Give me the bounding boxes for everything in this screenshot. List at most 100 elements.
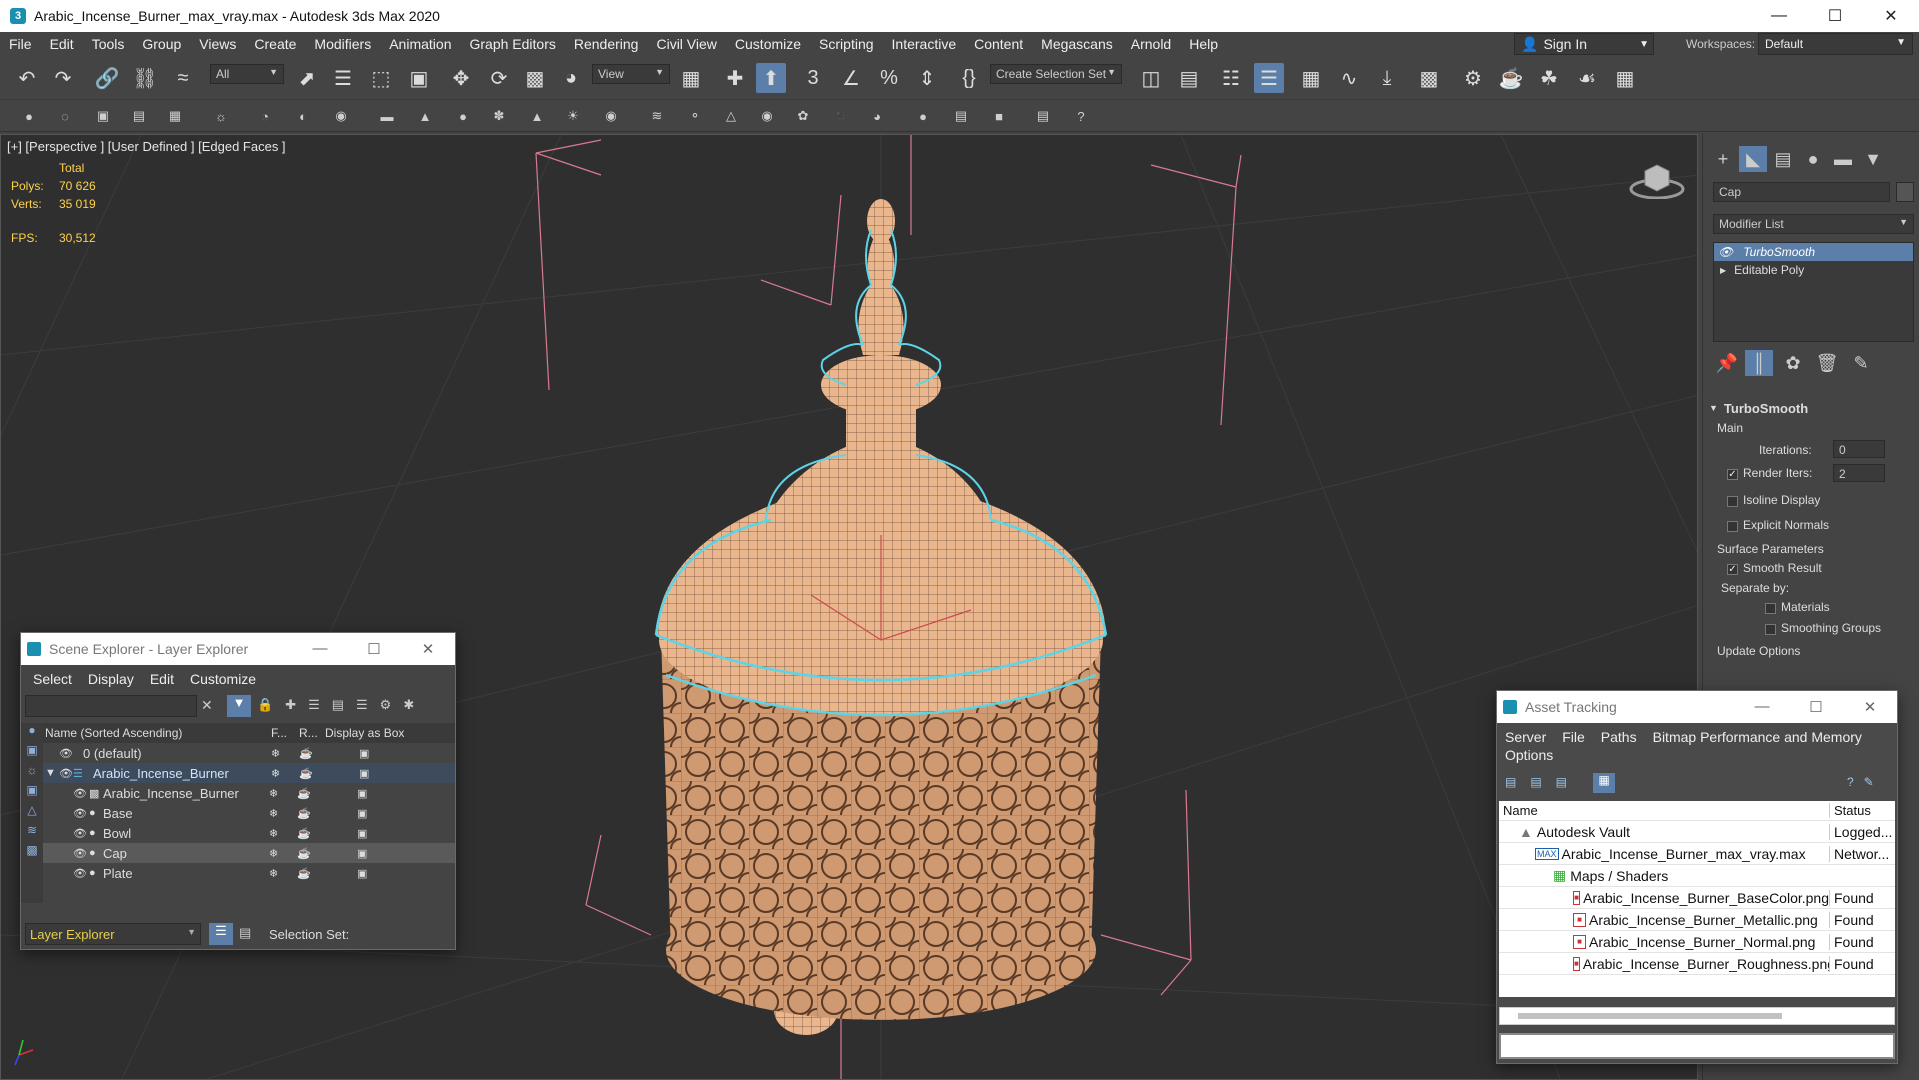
list-item[interactable]: 👁 ● Cap ❄ ☕ ▣ <box>43 843 455 863</box>
scene-explorer-search-input[interactable] <box>25 695 197 717</box>
render-teapot-icon[interactable]: ☕ <box>297 847 357 860</box>
freeze-icon[interactable]: ❄ <box>271 747 299 760</box>
asset-toolbar-icons[interactable]: ▤▤▤ <box>1505 775 1581 789</box>
vray-mesh-icon[interactable]: ◉ <box>330 105 352 127</box>
named-selection-set-dropdown[interactable]: Create Selection Set ▼ <box>990 64 1122 84</box>
menu-arnold[interactable]: Arnold <box>1122 32 1180 56</box>
select-object-icon[interactable]: ⬈ <box>292 63 322 93</box>
menu-select[interactable]: Select <box>25 671 80 687</box>
scale-icon[interactable]: ▩ <box>520 63 550 93</box>
freeze-icon[interactable]: ❄ <box>269 807 297 820</box>
pivot-center-icon[interactable]: ▦ <box>676 63 706 93</box>
reference-coordinate-dropdown[interactable]: View ▼ <box>592 64 670 84</box>
select-by-name-icon[interactable]: ☰ <box>328 63 358 93</box>
vray-sphere-icon[interactable]: ◐ <box>292 105 314 127</box>
maximize-button[interactable]: ☐ <box>1789 698 1843 716</box>
render-teapot-icon[interactable]: ☕ <box>297 807 357 820</box>
bind-spacewarp-icon[interactable]: ≈ <box>168 63 198 93</box>
col-name[interactable]: Name (Sorted Ascending) <box>43 726 271 740</box>
list-item[interactable]: 👁 0 (default) ❄ ☕ ▣ <box>43 743 455 763</box>
col-display-as-box[interactable]: Display as Box <box>325 726 404 740</box>
vray-table-icon[interactable]: ▦ <box>164 105 186 127</box>
table-row[interactable]: ■ Arabic_Incense_Burner_Normal.png Found <box>1499 931 1895 953</box>
menu-modifiers[interactable]: Modifiers <box>305 32 380 56</box>
vray-cam-icon[interactable]: ▣ <box>92 105 114 127</box>
render-setup-icon[interactable]: ⚙ <box>1458 63 1488 93</box>
move-icon[interactable]: ✥ <box>446 63 476 93</box>
explorer-tools-icons[interactable]: 🔒✚☰▤☰⚙✱ <box>257 697 426 713</box>
hierarchy-tab-icon[interactable]: ▤ <box>1769 146 1797 172</box>
modify-tab-icon[interactable]: ◣ <box>1739 146 1767 172</box>
link-icon[interactable]: 🔗 <box>92 63 122 93</box>
menu-megascans[interactable]: Megascans <box>1032 32 1122 56</box>
align-icon[interactable]: ▤ <box>1174 63 1204 93</box>
table-row[interactable]: MAX Arabic_Incense_Burner_max_vray.max Ne… <box>1499 843 1895 865</box>
stack-item-editable-poly[interactable]: ▶ Editable Poly <box>1714 261 1913 279</box>
workspace-dropdown[interactable]: Default ▼ <box>1758 33 1913 55</box>
menu-scripting[interactable]: Scripting <box>810 32 882 56</box>
table-row[interactable]: ■ Arabic_Incense_Burner_Roughness.png Fou… <box>1499 953 1895 975</box>
menu-paths[interactable]: Paths <box>1593 729 1645 745</box>
filter-shapes-icon[interactable]: ▣ <box>21 743 43 763</box>
render-iters-checkbox[interactable]: ✓ <box>1727 469 1738 480</box>
close-button[interactable]: ✕ <box>1843 698 1897 716</box>
table-row[interactable]: ■ Arabic_Incense_Burner_Metallic.png Foun… <box>1499 909 1895 931</box>
viewcube[interactable] <box>1629 159 1685 200</box>
vray-clipper-icon[interactable]: △ <box>720 105 742 127</box>
motion-tab-icon[interactable]: ● <box>1799 146 1827 172</box>
vray-sun-icon[interactable]: ☀ <box>562 105 584 127</box>
menu-bitmap-performance[interactable]: Bitmap Performance and Memory <box>1645 729 1870 745</box>
help-icon[interactable]: ? <box>1070 105 1092 127</box>
menu-graph-editors[interactable]: Graph Editors <box>460 32 564 56</box>
viewport-label[interactable]: [+] [Perspective ] [User Defined ] [Edge… <box>7 139 286 154</box>
isoline-display-checkbox[interactable] <box>1727 496 1738 507</box>
vray-ball-icon[interactable]: ◉ <box>600 105 622 127</box>
close-button[interactable]: ✕ <box>1863 0 1919 32</box>
select-manipulate-icon[interactable]: ✚ <box>720 63 750 93</box>
minimize-button[interactable]: — <box>1751 0 1807 32</box>
menu-file[interactable]: File <box>1554 729 1593 745</box>
vray-dome-icon[interactable]: ◔ <box>254 105 276 127</box>
menu-rendering[interactable]: Rendering <box>565 32 648 56</box>
vray-frame-icon[interactable]: ▤ <box>128 105 150 127</box>
vray-fur-icon[interactable]: ≋ <box>646 105 668 127</box>
vray-decal-icon[interactable]: ◾ <box>830 105 852 127</box>
menu-civil-view[interactable]: Civil View <box>647 32 725 56</box>
asset-path-field[interactable] <box>1499 1033 1895 1059</box>
box-icon[interactable]: ▣ <box>359 767 369 780</box>
list-item[interactable]: ▼ 👁 ☰ Arabic_Incense_Burner ❄ ☕ ▣ <box>43 763 455 783</box>
table-row[interactable]: ▦ Maps / Shaders <box>1499 865 1895 887</box>
rendered-frame-window-icon[interactable]: ☕ <box>1496 63 1526 93</box>
edit-named-selection-icon[interactable]: {} <box>954 63 984 93</box>
percent-snap-icon[interactable]: % <box>874 63 904 93</box>
filter-spacewarps-icon[interactable]: ≋ <box>21 823 43 843</box>
menu-edit[interactable]: Edit <box>142 671 182 687</box>
show-end-result-icon[interactable]: ║ <box>1745 350 1773 376</box>
box-icon[interactable]: ▣ <box>357 787 367 800</box>
maximize-button[interactable]: ☐ <box>347 640 401 658</box>
vray-toggle-icon[interactable]: ■ <box>988 105 1010 127</box>
toggle-layer-explorer-icon[interactable]: ☰ <box>1254 63 1284 93</box>
hierarchy-icon[interactable]: ▤ <box>239 925 251 941</box>
freeze-icon[interactable]: ❄ <box>269 827 297 840</box>
clear-search-icon[interactable]: ✕ <box>201 697 213 714</box>
filter-groups-icon[interactable]: ▩ <box>21 843 43 863</box>
vray-disc-icon[interactable]: ✽ <box>488 105 510 127</box>
menu-server[interactable]: Server <box>1497 729 1554 745</box>
smooth-result-checkbox[interactable]: ✓ <box>1727 564 1738 575</box>
menu-edit[interactable]: Edit <box>41 32 83 56</box>
turbosmooth-rollout-header[interactable]: ▼ TurboSmooth <box>1709 398 1914 418</box>
toggle-scene-explorer-icon[interactable]: ☷ <box>1216 63 1246 93</box>
vray-copy-icon[interactable]: ▤ <box>950 105 972 127</box>
col-freeze[interactable]: F... <box>271 726 299 740</box>
stack-item-turbosmooth[interactable]: 👁 TurboSmooth <box>1714 243 1913 261</box>
sort-by-layer-icon[interactable]: ☰ <box>209 923 233 945</box>
menu-file[interactable]: File <box>0 32 41 56</box>
asset-tracking-titlebar[interactable]: Asset Tracking — ☐ ✕ <box>1497 691 1897 723</box>
object-name-field[interactable]: Cap <box>1713 182 1890 202</box>
menu-options[interactable]: Options <box>1505 747 1553 763</box>
table-row[interactable]: ■ Arabic_Incense_Burner_BaseColor.png Fou… <box>1499 887 1895 909</box>
menu-group[interactable]: Group <box>133 32 190 56</box>
filter-cameras-icon[interactable]: ▣ <box>21 783 43 803</box>
col-status[interactable]: Status <box>1829 803 1895 818</box>
